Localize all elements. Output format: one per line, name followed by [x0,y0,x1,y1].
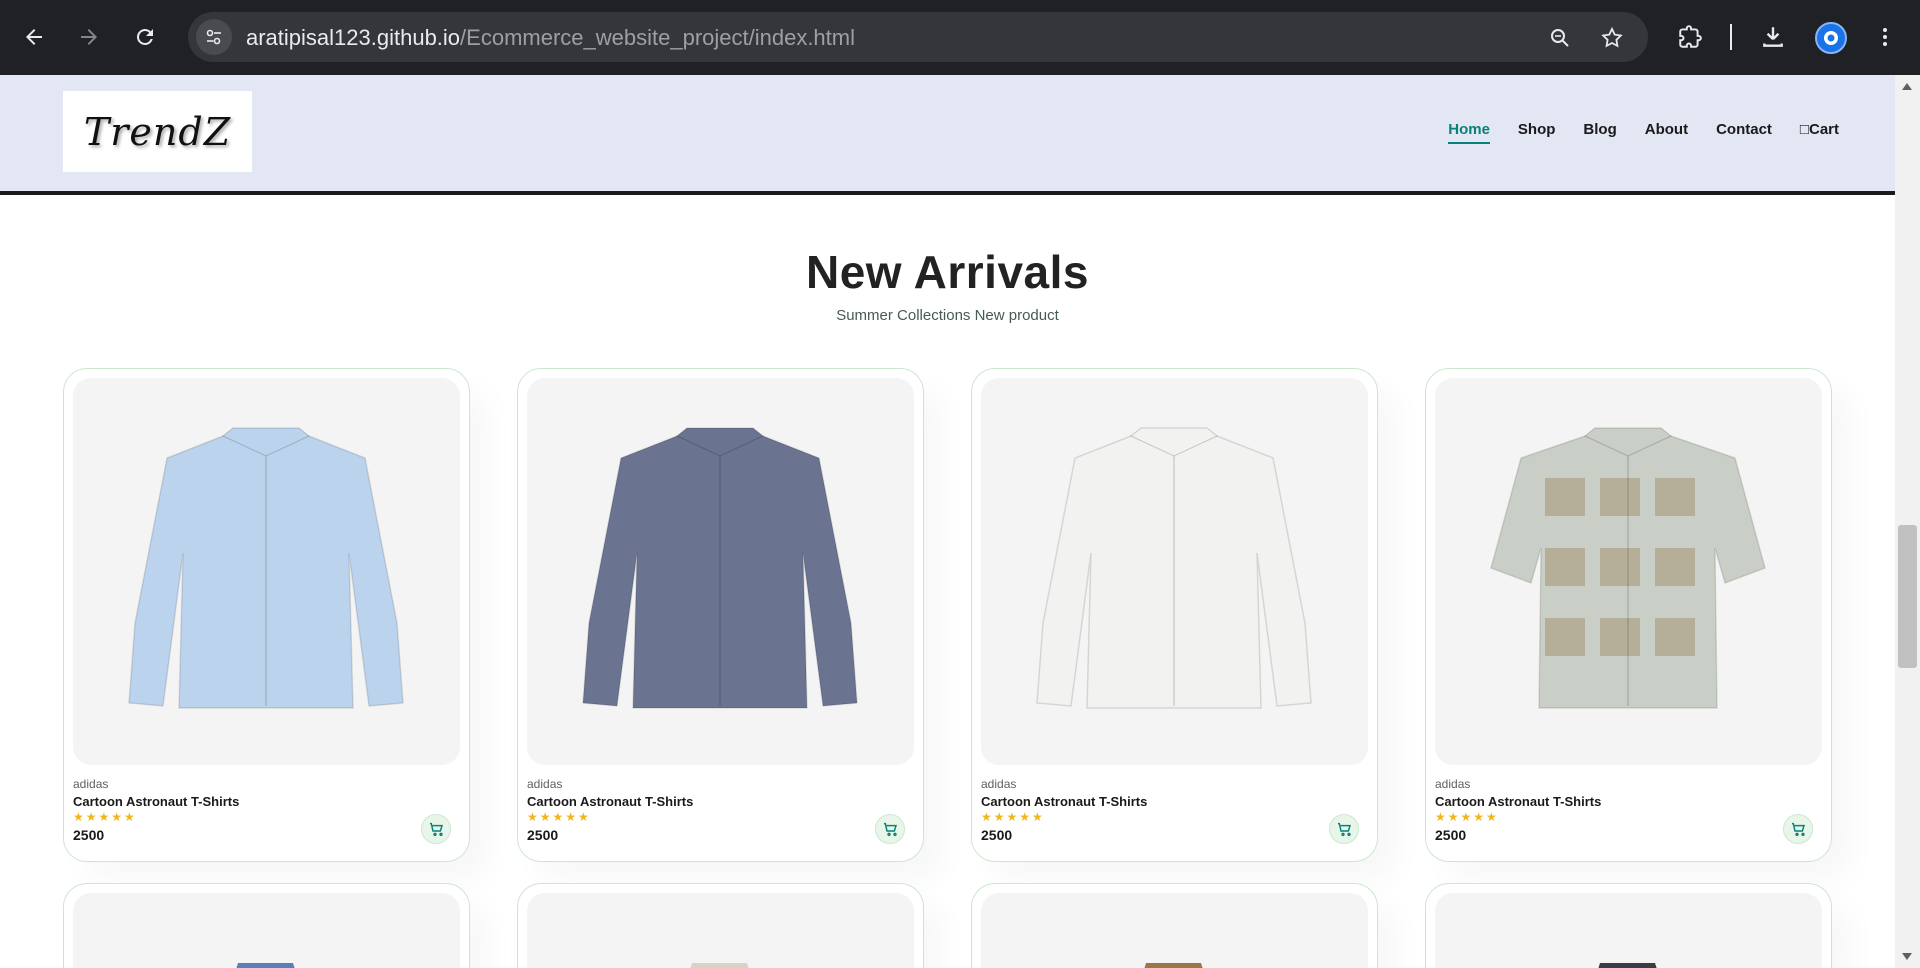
product-brand: adidas [1435,777,1471,791]
toolbar-divider [1730,24,1732,50]
page-scrollbar[interactable] [1895,75,1920,968]
url-host: aratipisal123.github.io [246,25,461,50]
add-to-cart-button[interactable] [1329,814,1359,844]
back-arrow-icon [26,29,42,45]
nav-shop[interactable]: Shop [1504,121,1570,138]
cart-icon [430,822,443,837]
product-card[interactable] [63,883,470,968]
scroll-up-icon[interactable] [1902,83,1912,90]
scroll-down-icon[interactable] [1902,953,1912,960]
product-image[interactable] [73,378,460,765]
url-text[interactable]: aratipisal123.github.io/Ecommerce_websit… [246,25,855,51]
product-card[interactable] [971,883,1378,968]
nav-about[interactable]: About [1631,121,1702,138]
menu-kebab-icon[interactable] [1868,20,1902,54]
page-viewport: TrendZ Home Shop Blog About Contact □Car… [0,75,1895,968]
product-price: 2500 [1435,827,1467,843]
product-rating-stars: ★★★★★ [527,810,591,824]
cart-icon [884,822,897,837]
product-image[interactable] [527,893,914,968]
add-to-cart-button[interactable] [421,814,451,844]
url-path: /Ecommerce_website_project/index.html [460,25,855,50]
product-rating-stars: ★★★★★ [981,810,1045,824]
profile-icon [1824,31,1838,45]
section-subtitle: Summer Collections New product [836,307,1059,324]
site-info-button[interactable] [196,19,232,55]
product-card[interactable] [517,883,924,968]
product-rating-stars: ★★★★★ [1435,810,1499,824]
product-image[interactable] [1435,893,1822,968]
main-nav: Home Shop Blog About Contact □Cart [1434,121,1853,144]
product-card[interactable]: adidas Cartoon Astronaut T-Shirts ★★★★★ 250… [971,368,1378,862]
product-image[interactable] [1435,378,1822,765]
site-header: TrendZ Home Shop Blog About Contact □Car… [0,75,1895,191]
forward-button[interactable] [72,20,106,54]
product-price: 2500 [73,827,105,843]
scrollbar-thumb[interactable] [1898,525,1917,668]
product-rating-stars: ★★★★★ [73,810,137,824]
forward-arrow-icon [81,29,97,45]
zoom-icon[interactable] [1546,24,1574,52]
tune-icon [206,29,221,45]
product-brand: adidas [527,777,563,791]
reload-button[interactable] [128,20,162,54]
product-image[interactable] [981,893,1368,968]
product-card[interactable]: adidas Cartoon Astronaut T-Shirts ★★★★★ 250… [517,368,924,862]
product-card[interactable]: adidas Cartoon Astronaut T-Shirts ★★★★★ 250… [63,368,470,862]
address-bar[interactable]: aratipisal123.github.io/Ecommerce_websit… [188,12,1648,62]
reload-icon [136,28,153,45]
product-name: Cartoon Astronaut T-Shirts [527,794,694,809]
product-image[interactable] [73,893,460,968]
product-name: Cartoon Astronaut T-Shirts [73,794,240,809]
product-image[interactable] [527,378,914,765]
browser-toolbar: aratipisal123.github.io/Ecommerce_websit… [0,0,1920,75]
nav-contact[interactable]: Contact [1702,121,1786,138]
nav-cart[interactable]: □Cart [1786,121,1853,138]
cart-icon [1338,822,1351,837]
bookmark-star-icon[interactable] [1598,24,1626,52]
product-name: Cartoon Astronaut T-Shirts [981,794,1148,809]
product-price: 2500 [981,827,1013,843]
back-button[interactable] [17,20,51,54]
download-icon[interactable] [1756,20,1790,54]
nav-home[interactable]: Home [1434,121,1504,144]
product-brand: adidas [73,777,109,791]
header-divider [0,191,1895,195]
product-brand: adidas [981,777,1017,791]
nav-blog[interactable]: Blog [1569,121,1630,138]
section-title: New Arrivals [806,246,1089,298]
product-image[interactable] [981,378,1368,765]
logo-text: TrendZ [83,109,232,154]
product-price: 2500 [527,827,559,843]
add-to-cart-button[interactable] [1783,814,1813,844]
profile-avatar[interactable] [1815,22,1847,54]
product-name: Cartoon Astronaut T-Shirts [1435,794,1602,809]
add-to-cart-button[interactable] [875,814,905,844]
cart-icon [1792,822,1805,837]
extensions-icon[interactable] [1673,20,1707,54]
product-card[interactable] [1425,883,1832,968]
product-card[interactable]: adidas Cartoon Astronaut T-Shirts ★★★★★ 250… [1425,368,1832,862]
site-logo[interactable]: TrendZ [63,91,252,172]
